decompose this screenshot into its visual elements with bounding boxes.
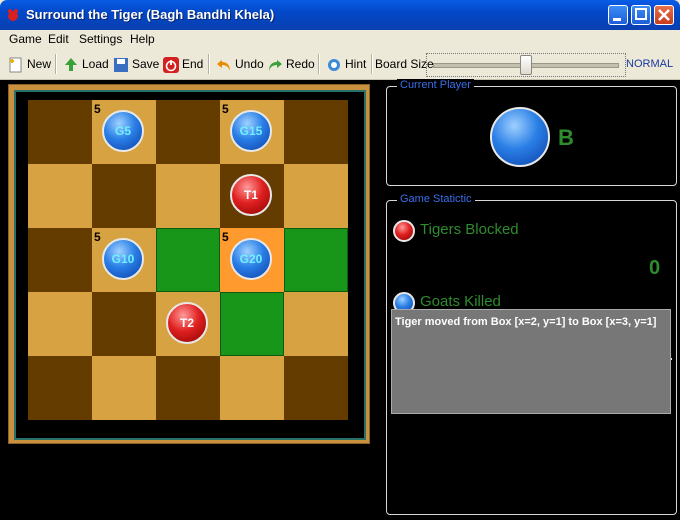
undo-icon: [217, 59, 230, 71]
redo-icon: [269, 59, 282, 71]
board-cell[interactable]: [92, 356, 156, 420]
goat-piece[interactable]: G5: [102, 110, 144, 152]
slider-thumb[interactable]: [520, 55, 532, 75]
board-cell[interactable]: [92, 164, 156, 228]
stack-count: 5: [222, 230, 229, 244]
load-icon: [65, 57, 77, 71]
board-cell[interactable]: [156, 228, 220, 292]
board-cell[interactable]: [284, 356, 348, 420]
board-cell[interactable]: 5 G20: [220, 228, 284, 292]
current-player-ball: [490, 107, 550, 167]
stack-count: 5: [222, 102, 229, 116]
menu-settings[interactable]: Settings: [79, 32, 122, 46]
board-cell[interactable]: [28, 100, 92, 164]
game-statistic-legend: Game Statictic: [397, 193, 475, 205]
load-button[interactable]: Load: [63, 55, 109, 73]
board-cell[interactable]: [284, 100, 348, 164]
title-bar: Surround the Tiger (Bagh Bandhi Khela): [0, 0, 680, 30]
menu-help[interactable]: Help: [130, 32, 155, 46]
current-player-panel: Current Player B: [386, 79, 677, 186]
redo-label: Redo: [286, 57, 315, 71]
board-size-label: Board Size: [375, 57, 434, 71]
board-cell[interactable]: [284, 292, 348, 356]
tiger-piece[interactable]: T2: [166, 302, 208, 344]
save-icon: [114, 57, 128, 72]
undo-button[interactable]: Undo: [216, 55, 264, 73]
current-player-name: B: [558, 125, 574, 150]
goat-piece[interactable]: G15: [230, 110, 272, 152]
tiger-ball-icon: [393, 220, 415, 242]
tiger-piece[interactable]: T1: [230, 174, 272, 216]
board-cell[interactable]: [156, 164, 220, 228]
board-size-value: NORMAL: [626, 58, 674, 70]
maximize-button[interactable]: [631, 5, 651, 25]
board-cell[interactable]: [284, 228, 348, 292]
goats-killed-label: Goats Killed: [420, 293, 501, 310]
board-cell[interactable]: [220, 292, 284, 356]
close-button[interactable]: [654, 5, 674, 25]
board-cell[interactable]: [156, 100, 220, 164]
stack-count: 5: [94, 102, 101, 116]
current-player-legend: Current Player: [397, 79, 474, 91]
board-frame: 5 G5 5 G15 T1 5 G10 5 G20 T2: [8, 84, 370, 444]
save-button[interactable]: Save: [113, 55, 159, 73]
menu-game[interactable]: Game: [9, 32, 42, 46]
power-icon: [163, 56, 179, 73]
game-area: 5 G5 5 G15 T1 5 G10 5 G20 T2 Current Player B Gam…: [0, 79, 680, 520]
goat-piece[interactable]: G20: [230, 238, 272, 280]
move-log: Tiger moved from Box [x=2, y=1] to Box […: [391, 309, 671, 414]
load-label: Load: [82, 57, 109, 71]
hint-label: Hint: [345, 57, 367, 71]
new-label: New: [27, 57, 52, 71]
tigers-blocked-count: 0: [649, 257, 661, 279]
new-button[interactable]: New: [8, 55, 51, 73]
minimize-button[interactable]: [608, 5, 628, 25]
new-icon: [9, 57, 22, 73]
undo-label: Undo: [235, 57, 264, 71]
board-cell[interactable]: 5 G10: [92, 228, 156, 292]
board-cell[interactable]: [220, 356, 284, 420]
board-cell[interactable]: [28, 292, 92, 356]
redo-button[interactable]: Redo: [267, 55, 315, 73]
menu-bar: Game Edit Settings Help: [0, 30, 680, 49]
board-cell[interactable]: [92, 292, 156, 356]
board-cell[interactable]: [284, 164, 348, 228]
end-button[interactable]: End: [163, 55, 203, 73]
end-label: End: [182, 57, 204, 71]
stack-count: 5: [94, 230, 101, 244]
board-cell[interactable]: [28, 164, 92, 228]
board-cell[interactable]: 5 G15: [220, 100, 284, 164]
app-icon: [8, 9, 18, 21]
hint-button[interactable]: Hint: [326, 55, 366, 73]
board: 5 G5 5 G15 T1 5 G10 5 G20 T2: [14, 90, 366, 440]
board-size-slider[interactable]: [426, 53, 626, 77]
board-cell[interactable]: 5 G5: [92, 100, 156, 164]
hint-icon: [328, 58, 340, 71]
goat-piece[interactable]: G10: [102, 238, 144, 280]
save-label: Save: [132, 57, 160, 71]
board-cell[interactable]: T2: [156, 292, 220, 356]
tigers-blocked-label: Tigers Blocked: [420, 221, 519, 238]
board-cell[interactable]: [156, 356, 220, 420]
menu-edit[interactable]: Edit: [48, 32, 69, 46]
board-cell[interactable]: [28, 228, 92, 292]
board-cell[interactable]: [28, 356, 92, 420]
board-cell[interactable]: T1: [220, 164, 284, 228]
window-title: Surround the Tiger (Bagh Bandhi Khela): [26, 7, 275, 22]
